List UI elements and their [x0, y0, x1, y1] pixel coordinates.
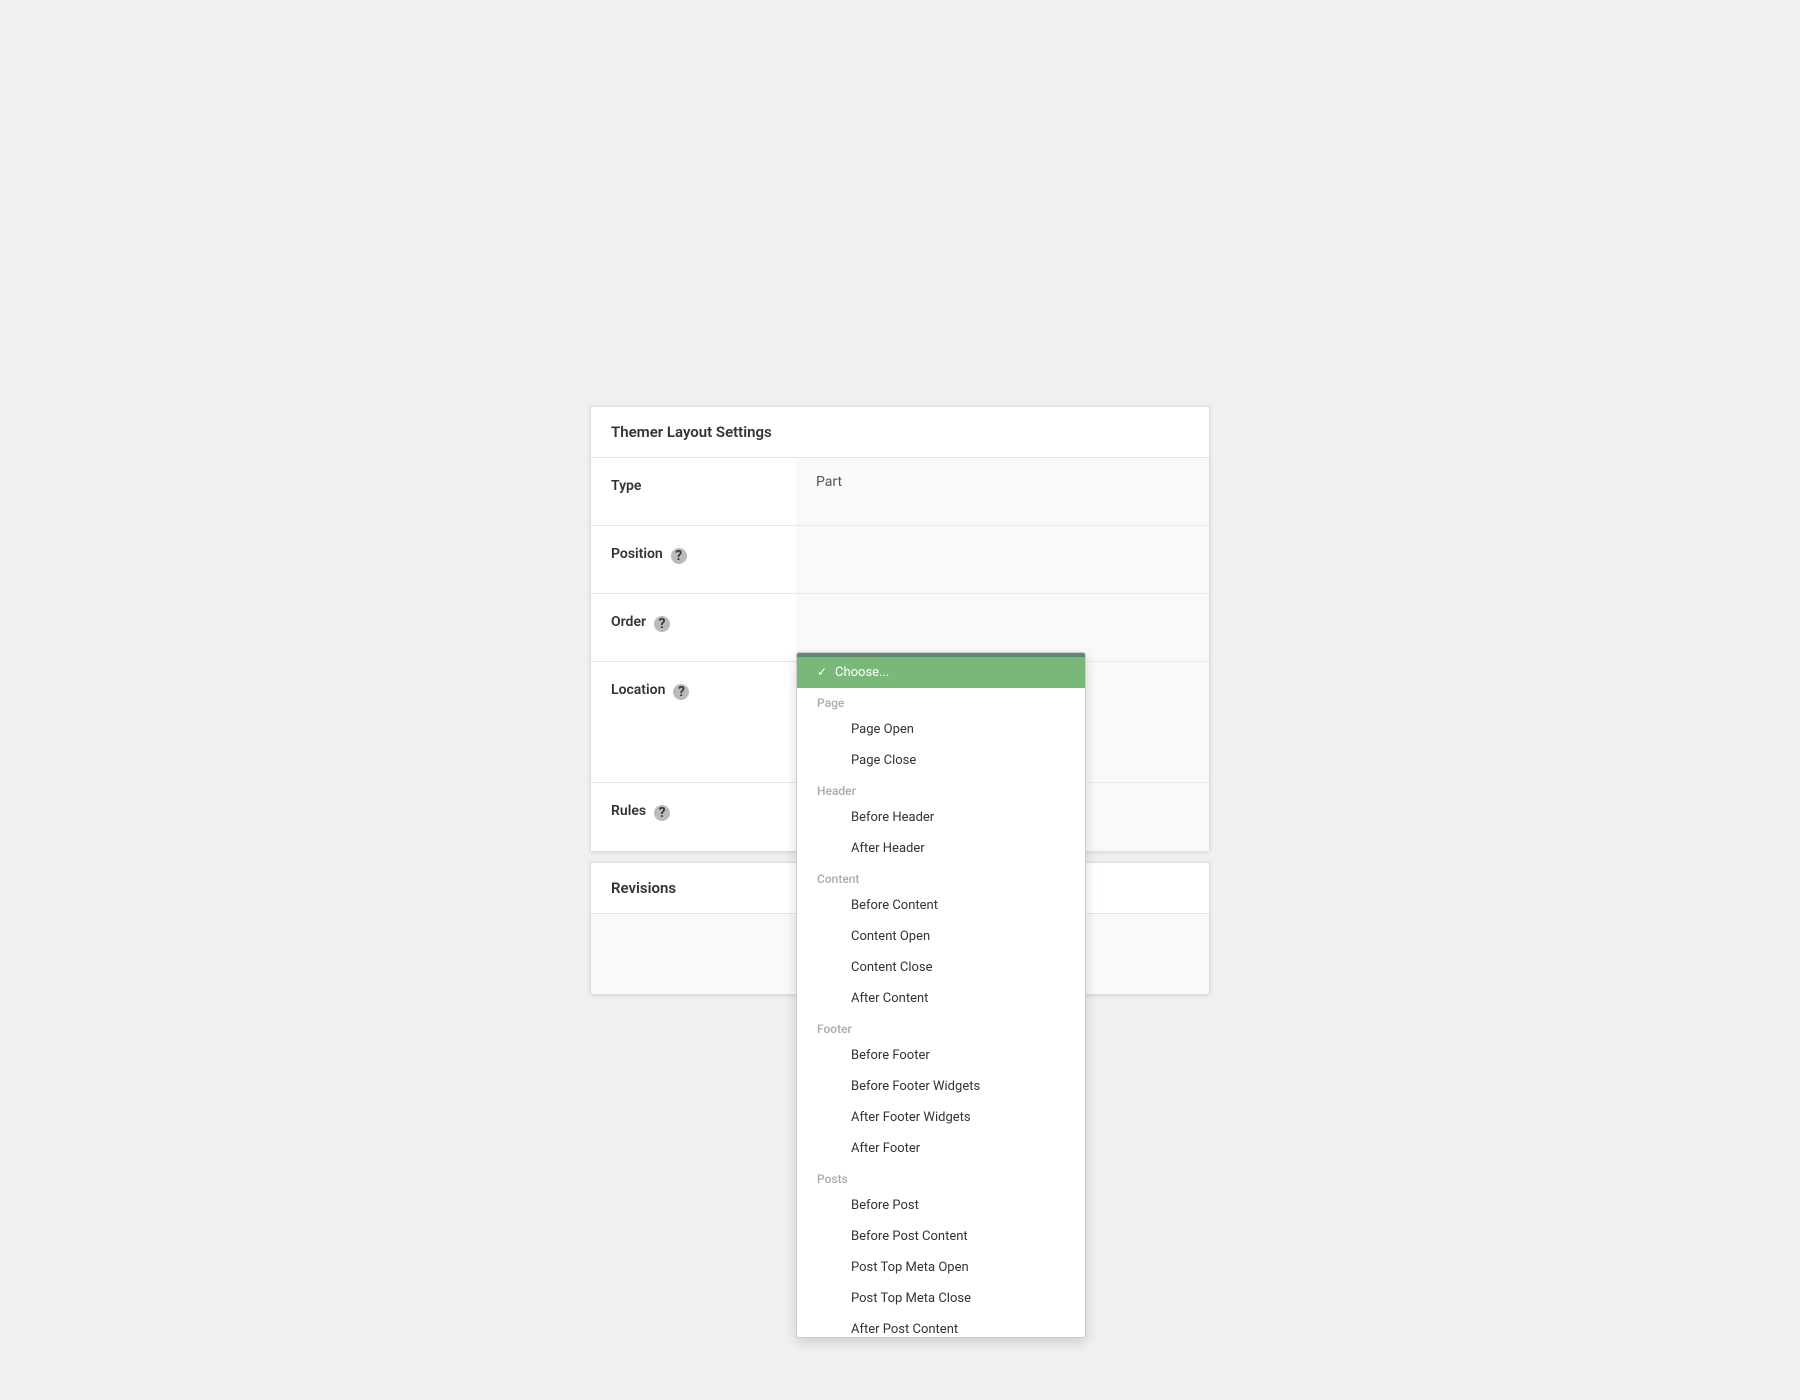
dropdown-item-label: After Post Content [851, 1322, 958, 1337]
dropdown-item-before-header[interactable]: Before Header [797, 802, 1085, 833]
check-icon: ✓ [817, 665, 829, 679]
dropdown-item-label: Before Post [851, 1198, 919, 1213]
type-label-cell: Type [591, 458, 796, 525]
dropdown-item-label: After Content [851, 991, 928, 1006]
dropdown-item-label: Before Content [851, 898, 938, 913]
type-value: Part [816, 474, 842, 490]
dropdown-list: ✓ Choose... Page Page Open Page Close Header B… [797, 657, 1085, 1337]
dropdown-group-page: Page [797, 688, 1085, 714]
order-label: Order [611, 614, 646, 630]
panel-header: Themer Layout Settings [591, 407, 1209, 458]
order-help-icon[interactable]: ? [654, 616, 670, 632]
dropdown-item-label: Page Open [851, 722, 914, 737]
dropdown-item-after-header[interactable]: After Header [797, 833, 1085, 864]
dropdown-item-label: After Footer [851, 1141, 920, 1156]
dropdown-item-label: Content Open [851, 929, 930, 944]
dropdown-item-label: After Header [851, 841, 925, 856]
location-label: Location [611, 682, 665, 698]
dropdown-item-label: Page Close [851, 753, 916, 768]
dropdown-item-label: Post Top Meta Close [851, 1291, 971, 1306]
rules-label-cell: Rules ? [591, 783, 796, 851]
position-row: Position ? [591, 526, 1209, 594]
rules-help-icon[interactable]: ? [654, 805, 670, 821]
rules-label: Rules [611, 803, 646, 819]
order-label-cell: Order ? [591, 594, 796, 661]
position-dropdown[interactable]: ✓ Choose... Page Page Open Page Close Header B… [796, 652, 1086, 1338]
dropdown-group-footer: Footer [797, 1014, 1085, 1040]
dropdown-item-page-close[interactable]: Page Close [797, 745, 1085, 776]
panel-title: Themer Layout Settings [611, 423, 1189, 441]
dropdown-group-header: Header [797, 776, 1085, 802]
location-help-icon[interactable]: ? [673, 684, 689, 700]
dropdown-item-choose[interactable]: ✓ Choose... [797, 657, 1085, 688]
position-content-cell [796, 526, 1209, 593]
dropdown-item-post-top-meta-close[interactable]: Post Top Meta Close [797, 1283, 1085, 1314]
dropdown-item-after-footer[interactable]: After Footer [797, 1133, 1085, 1164]
dropdown-item-label: Content Close [851, 960, 933, 975]
dropdown-item-label: Before Footer [851, 1048, 930, 1063]
type-content-cell: Part [796, 458, 1209, 525]
dropdown-item-page-open[interactable]: Page Open [797, 714, 1085, 745]
dropdown-item-before-post-content[interactable]: Before Post Content [797, 1221, 1085, 1252]
position-help-icon[interactable]: ? [671, 548, 687, 564]
dropdown-item-after-content[interactable]: After Content [797, 983, 1085, 1014]
dropdown-item-before-post[interactable]: Before Post [797, 1190, 1085, 1221]
dropdown-group-content: Content [797, 864, 1085, 890]
dropdown-item-label: Choose... [835, 665, 889, 680]
dropdown-item-post-top-meta-open[interactable]: Post Top Meta Open [797, 1252, 1085, 1283]
dropdown-item-after-post-content[interactable]: After Post Content [797, 1314, 1085, 1337]
themer-layout-settings-panel: Themer Layout Settings Type Part Positio… [590, 406, 1210, 852]
dropdown-item-content-open[interactable]: Content Open [797, 921, 1085, 952]
location-label-cell: Location ? [591, 662, 796, 782]
dropdown-item-before-footer-widgets[interactable]: Before Footer Widgets [797, 1071, 1085, 1102]
position-label: Position [611, 546, 663, 562]
settings-panel-wrapper: Themer Layout Settings Type Part Positio… [590, 406, 1210, 995]
dropdown-item-label: Before Footer Widgets [851, 1079, 980, 1094]
dropdown-item-label: Before Post Content [851, 1229, 968, 1244]
dropdown-item-after-footer-widgets[interactable]: After Footer Widgets [797, 1102, 1085, 1133]
position-label-cell: Position ? [591, 526, 796, 593]
dropdown-item-content-close[interactable]: Content Close [797, 952, 1085, 983]
order-content-cell [796, 594, 1209, 661]
dropdown-item-label: After Footer Widgets [851, 1110, 971, 1125]
type-row: Type Part [591, 458, 1209, 526]
dropdown-item-label: Post Top Meta Open [851, 1260, 969, 1275]
location-row: Location ? ✓ Choose... Page Page Open Page C… [591, 662, 1209, 783]
dropdown-item-label: Before Header [851, 810, 934, 825]
location-content-cell[interactable]: ✓Choose...PagePage OpenPage CloseHeaderB… [796, 662, 1209, 782]
dropdown-item-before-content[interactable]: Before Content [797, 890, 1085, 921]
dropdown-item-before-footer[interactable]: Before Footer [797, 1040, 1085, 1071]
dropdown-group-posts: Posts [797, 1164, 1085, 1190]
type-label: Type [611, 478, 641, 494]
